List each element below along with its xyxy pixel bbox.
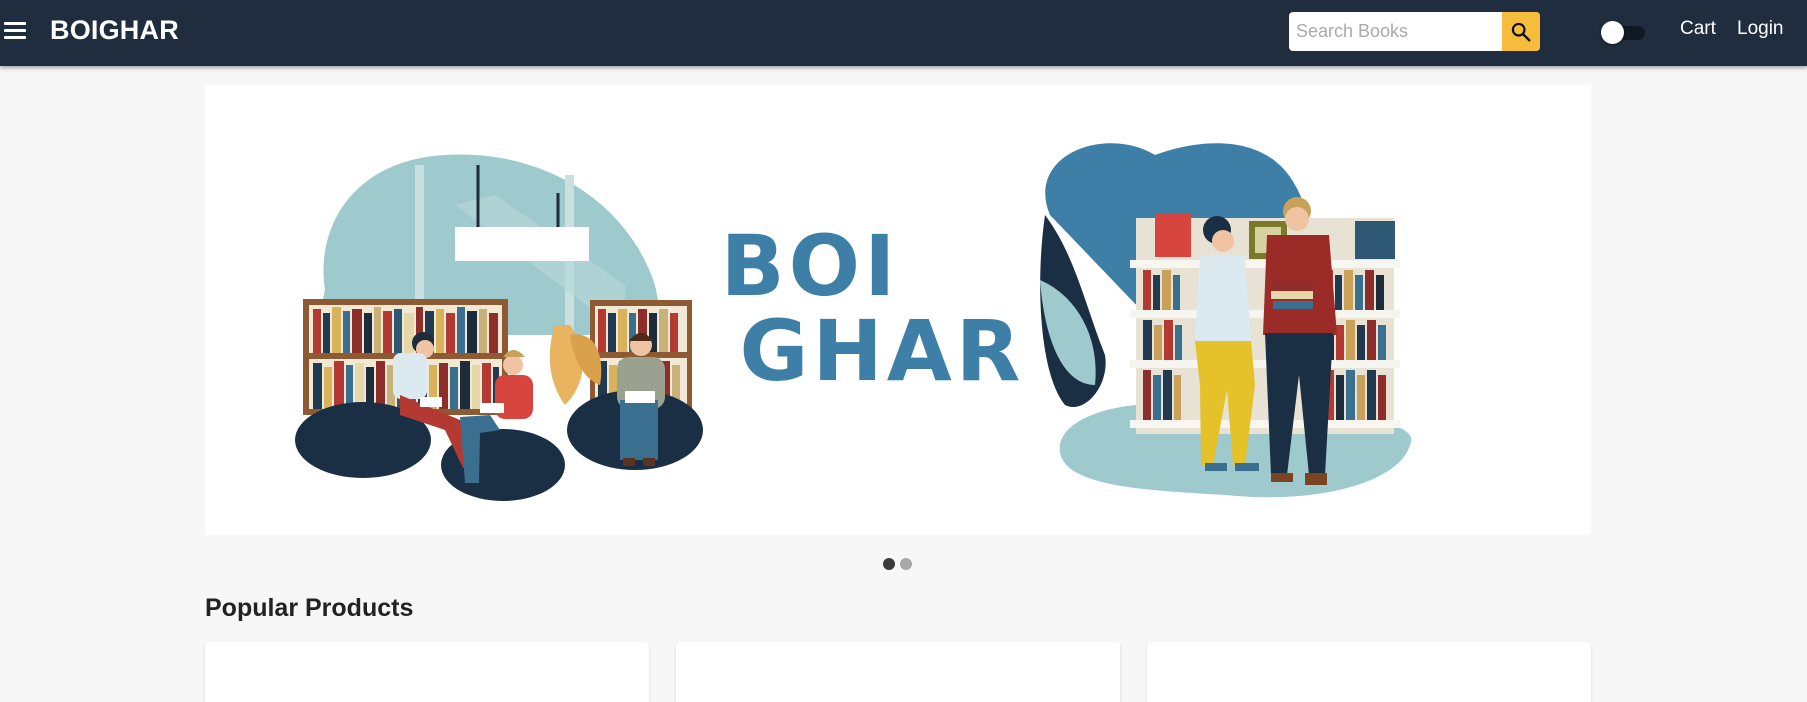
banner-title: BOI GHAR: [721, 217, 1025, 400]
bookstore-scene: [1040, 143, 1412, 498]
search-button[interactable]: [1502, 12, 1540, 51]
toggle-thumb: [1601, 21, 1624, 44]
library-reading-scene: [295, 154, 703, 501]
carousel-dot-1[interactable]: [883, 558, 895, 570]
app-bar: BOIGHAR Cart Login: [0, 0, 1807, 66]
popular-products-title: Popular Products: [205, 594, 414, 622]
product-card[interactable]: [676, 642, 1120, 702]
hero-carousel[interactable]: BOI GHAR: [205, 85, 1591, 535]
banner-illustration: BOI GHAR: [295, 143, 1412, 501]
hamburger-menu-icon[interactable]: [4, 19, 26, 43]
banner-title-line1: BOI: [721, 217, 900, 315]
product-card[interactable]: [1147, 642, 1591, 702]
search-input[interactable]: [1289, 12, 1501, 51]
cart-link[interactable]: Cart: [1680, 18, 1716, 40]
carousel-dot-2[interactable]: [900, 558, 912, 570]
search-bar: [1289, 12, 1540, 51]
theme-toggle[interactable]: [1601, 21, 1646, 44]
brand-logo[interactable]: BOIGHAR: [50, 15, 179, 46]
search-icon: [1511, 22, 1531, 41]
login-link[interactable]: Login: [1737, 18, 1784, 40]
banner-title-line2: GHAR: [740, 302, 1025, 400]
product-card[interactable]: [205, 642, 649, 702]
